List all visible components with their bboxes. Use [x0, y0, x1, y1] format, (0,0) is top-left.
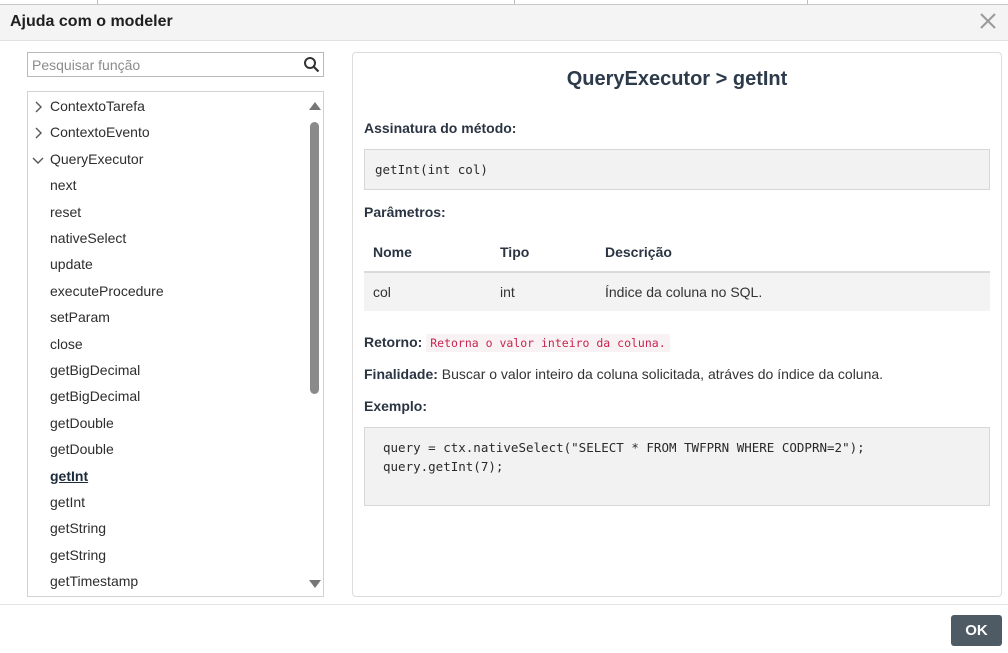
- signature-codebox: getInt(int col): [364, 149, 990, 190]
- purpose-label: Finalidade:: [364, 366, 438, 382]
- tree-method-label: nativeSelect: [50, 230, 127, 246]
- search-icon[interactable]: [303, 56, 320, 73]
- parameters-table: Nome Tipo Descrição col int Índice da co…: [364, 233, 990, 311]
- function-tree: ContextoTarefa ContextoEvento QueryExecuto…: [27, 91, 324, 597]
- tree-method-label: reset: [50, 203, 82, 220]
- param-name-cell: col: [364, 272, 491, 311]
- tree-method-label: close: [50, 335, 83, 352]
- tree-method-label: getInt: [50, 467, 89, 484]
- purpose-line: Finalidade: Buscar o valor inteiro da co…: [364, 366, 883, 382]
- tree-method-label: setParam: [50, 309, 110, 326]
- scroll-up-arrow-icon[interactable]: [309, 102, 321, 110]
- signature-heading: Assinatura do método:: [364, 120, 517, 136]
- scroll-down-arrow-icon[interactable]: [309, 580, 321, 588]
- tree-method-label: getDouble: [50, 414, 114, 431]
- dialog-footer: OK: [0, 604, 1008, 653]
- table-row: col int Índice da coluna no SQL.: [364, 272, 990, 311]
- chevron-right-icon[interactable]: [32, 100, 44, 113]
- tree-group-label: ContextoEvento: [50, 124, 150, 141]
- tree-method-label: getString: [50, 546, 107, 563]
- return-line: Retorno: Retorna o valor inteiro da colu…: [364, 334, 670, 352]
- help-dialog: Ajuda com o modeler ContextoTarefaContex…: [0, 4, 1008, 653]
- chevron-right-icon[interactable]: [32, 126, 44, 139]
- column-header-description: Descrição: [596, 233, 990, 273]
- close-icon[interactable]: [978, 11, 998, 31]
- tree-method-label: next: [50, 177, 77, 194]
- search-box: [27, 52, 324, 77]
- tree-method-label: getDouble: [50, 441, 114, 458]
- scroll-thumb[interactable]: [310, 122, 319, 394]
- example-code-line: query.getInt(7);: [383, 459, 504, 474]
- example-codebox: query = ctx.nativeSelect("SELECT * FROM …: [364, 427, 990, 506]
- detail-title: QueryExecutor > getInt: [566, 68, 788, 90]
- detail-panel: QueryExecutor > getInt Assinatura do mét…: [352, 52, 1002, 597]
- example-code-line: query = ctx.nativeSelect("SELECT * FROM …: [383, 440, 865, 455]
- tree-method-label: getString: [50, 520, 107, 537]
- parameters-heading: Parâmetros:: [364, 204, 446, 220]
- dialog-title: Ajuda com o modeler: [10, 13, 173, 30]
- tree-method-label: getBigDecimal: [50, 388, 141, 405]
- parameters-header-row: Nome Tipo Descrição: [364, 233, 990, 273]
- search-input[interactable]: [28, 53, 298, 76]
- return-code: Retorna o valor inteiro da coluna.: [426, 334, 670, 352]
- tree-method-label: update: [50, 256, 93, 273]
- tree-group-label: QueryExecutor: [50, 150, 144, 167]
- tree-group-label: ContextoTarefa: [50, 98, 145, 114]
- tree-method-label: executeProcedure: [50, 282, 164, 299]
- purpose-text: Buscar o valor inteiro da coluna solicit…: [441, 366, 884, 382]
- column-header-name: Nome: [364, 233, 491, 273]
- signature-code: getInt(int col): [375, 162, 488, 177]
- dialog-titlebar: Ajuda com o modeler: [0, 5, 1008, 41]
- tree-scrollbar[interactable]: [308, 92, 322, 596]
- column-header-type: Tipo: [491, 233, 596, 273]
- tree-method-label: getTimestamp: [50, 573, 139, 590]
- param-type-cell: int: [491, 272, 596, 311]
- ok-button[interactable]: OK: [951, 615, 1002, 646]
- tree-method-label: getInt: [50, 494, 86, 510]
- tree-method-label: getBigDecimal: [50, 362, 141, 378]
- return-label: Retorno:: [364, 334, 423, 350]
- example-heading: Exemplo:: [364, 398, 428, 414]
- chevron-down-icon[interactable]: [32, 153, 44, 165]
- param-description-cell: Índice da coluna no SQL.: [596, 272, 990, 311]
